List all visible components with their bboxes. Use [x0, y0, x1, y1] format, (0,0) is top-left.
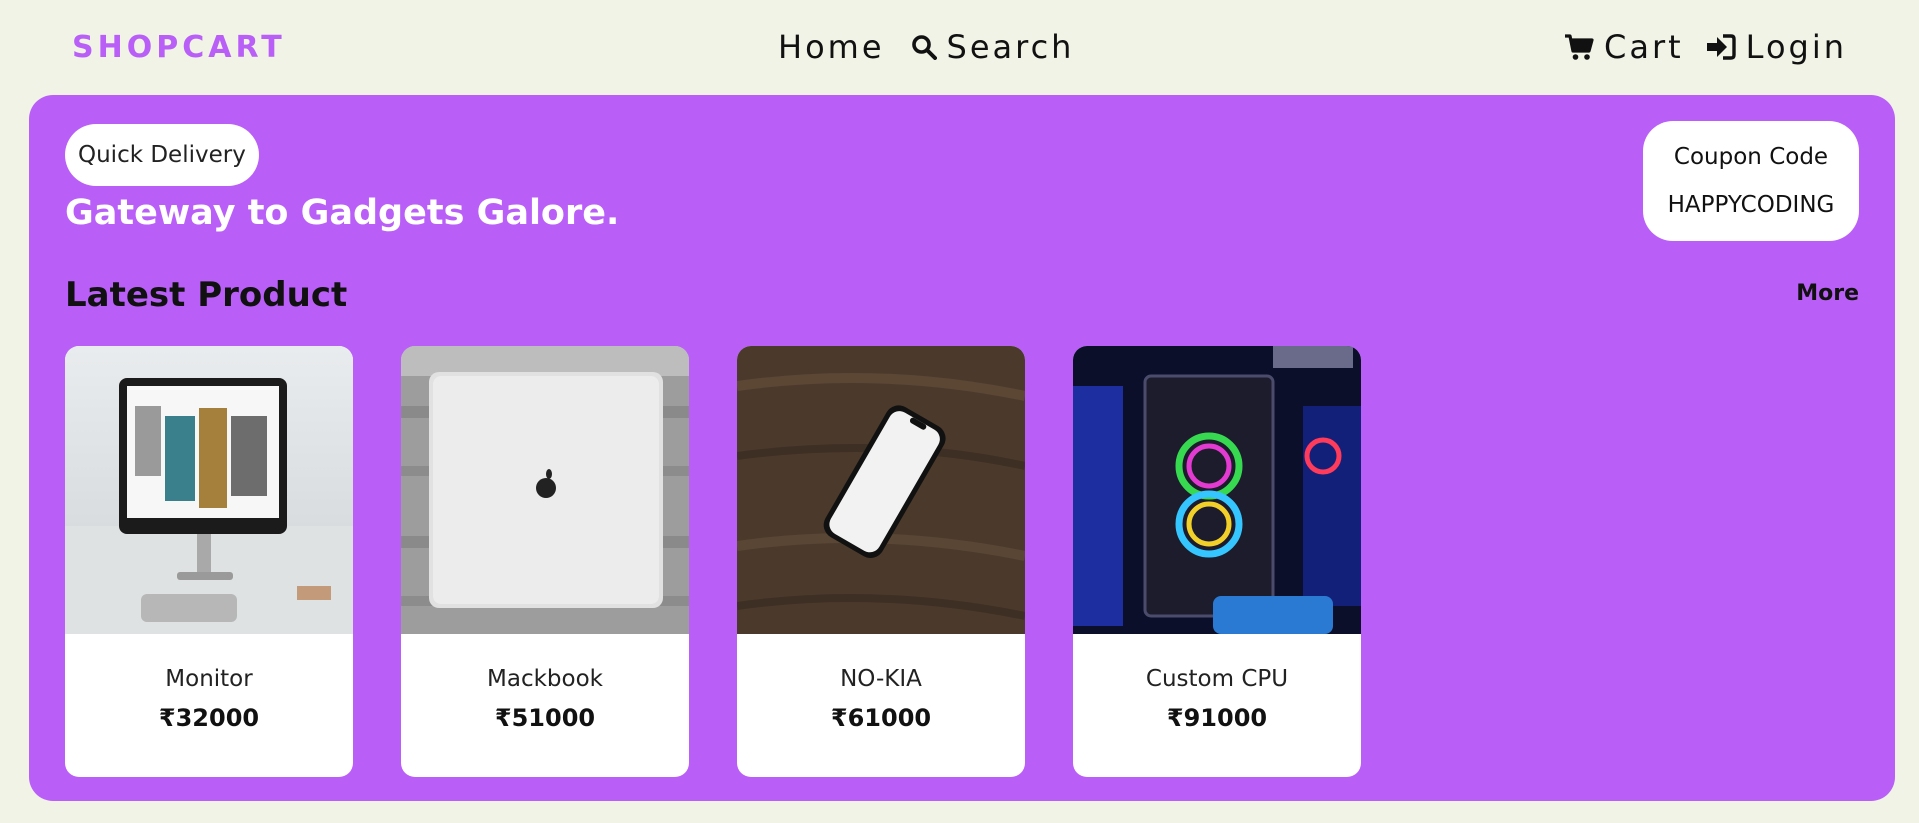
- product-name: NO-KIA: [840, 666, 922, 692]
- product-card-mackbook[interactable]: Mackbook ₹51000: [401, 346, 689, 777]
- product-price: ₹51000: [494, 704, 596, 732]
- coupon-code[interactable]: HAPPYCODING: [1668, 192, 1835, 218]
- product-list: Monitor ₹32000 Mackbook ₹51000 NO-KIA ₹6…: [65, 346, 1361, 777]
- monitor-image: [65, 346, 353, 634]
- product-card-custom-cpu[interactable]: Custom CPU ₹91000: [1073, 346, 1361, 777]
- nav-search-link[interactable]: Search: [911, 28, 1075, 66]
- product-price: ₹91000: [1166, 704, 1268, 732]
- product-price: ₹32000: [158, 704, 260, 732]
- quick-delivery-badge: Quick Delivery: [65, 124, 259, 186]
- nav-search-label: Search: [946, 28, 1075, 66]
- nav-login-label: Login: [1745, 28, 1847, 66]
- product-name: Mackbook: [487, 666, 603, 692]
- nav-cart-label: Cart: [1604, 28, 1684, 66]
- navbar: SHOPCART Home Search Cart Login: [0, 0, 1919, 95]
- macbook-image: [401, 346, 689, 634]
- logo[interactable]: SHOPCART: [72, 30, 286, 65]
- cart-icon: [1564, 33, 1594, 61]
- search-icon: [911, 34, 937, 60]
- login-icon: [1706, 33, 1736, 61]
- coupon-box: Coupon Code HAPPYCODING: [1643, 121, 1859, 241]
- hero-banner: Quick Delivery Gateway to Gadgets Galore…: [29, 95, 1895, 801]
- more-link[interactable]: More: [1796, 281, 1859, 306]
- product-card-monitor[interactable]: Monitor ₹32000: [65, 346, 353, 777]
- nav-cart-link[interactable]: Cart: [1564, 28, 1684, 66]
- nav-home-label: Home: [778, 28, 885, 66]
- nav-home-link[interactable]: Home: [778, 28, 885, 66]
- product-name: Custom CPU: [1145, 666, 1289, 692]
- product-name: Monitor: [165, 666, 253, 692]
- product-card-nokia[interactable]: NO-KIA ₹61000: [737, 346, 1025, 777]
- phone-image: [737, 346, 1025, 634]
- nav-right: Cart Login: [1564, 28, 1847, 66]
- nav-center: Home Search: [778, 28, 1074, 66]
- coupon-label: Coupon Code: [1673, 144, 1829, 170]
- product-price: ₹61000: [830, 704, 932, 732]
- hero-tagline: Gateway to Gadgets Galore.: [65, 193, 620, 233]
- section-title: Latest Product: [65, 275, 348, 315]
- nav-login-link[interactable]: Login: [1706, 28, 1847, 66]
- cpu-image: [1073, 346, 1361, 634]
